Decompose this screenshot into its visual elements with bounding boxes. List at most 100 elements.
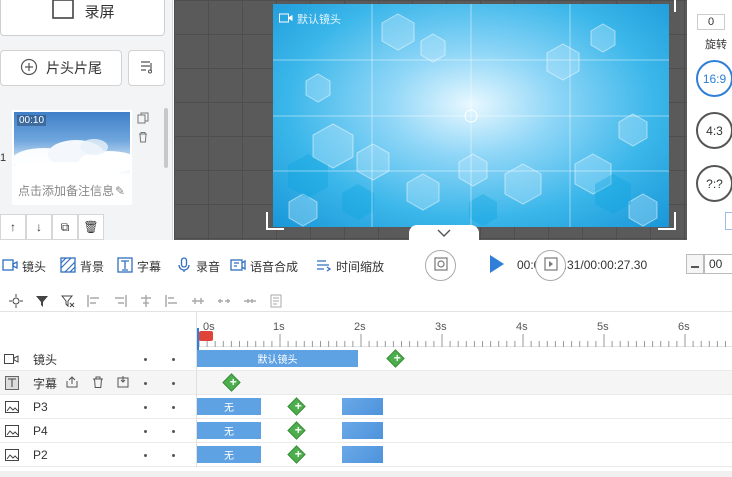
track-header-area [0, 312, 197, 347]
next-frame-icon [543, 256, 559, 275]
lock-dot[interactable] [172, 406, 175, 409]
track-name: P4 [33, 424, 48, 438]
background-tool-button[interactable]: 背景 [60, 257, 104, 276]
enter-animation-block[interactable]: 无 [197, 398, 261, 415]
locate-icon[interactable] [6, 291, 26, 311]
zoom-out-button[interactable] [686, 254, 704, 274]
align-left-icon[interactable] [84, 291, 104, 311]
visibility-dot[interactable] [144, 382, 147, 385]
delete-button[interactable]: 🗑 [78, 214, 104, 240]
speech-synthesis-icon [230, 257, 246, 276]
lock-dot[interactable] [172, 358, 175, 361]
visibility-dot[interactable] [144, 454, 147, 457]
trash-icon[interactable] [137, 131, 149, 146]
microphone-icon [176, 257, 192, 276]
title-credits-label: 片头片尾 [46, 60, 102, 76]
ratio-16-9-button[interactable]: 16:9 [696, 60, 732, 97]
time-ruler[interactable]: 0s 1s 2s 3s 4s 5s 6s [197, 312, 732, 347]
same-width-icon[interactable] [188, 291, 208, 311]
add-keyframe-icon[interactable] [287, 397, 306, 416]
trash-icon: 🗑 [83, 220, 99, 234]
ratio-4-3-button[interactable]: 4:3 [696, 112, 732, 149]
canvas-settings-panel: 0 旋转 16:9 4:3 ?:? [687, 0, 732, 240]
title-credits-button[interactable]: 片头片尾 [0, 50, 122, 86]
frame-corner-bl [266, 212, 284, 230]
add-keyframe-icon[interactable] [287, 445, 306, 464]
record-audio-button[interactable]: 录音 [176, 257, 220, 276]
move-up-button[interactable]: ↑ [0, 214, 26, 240]
properties-icon[interactable] [266, 291, 286, 311]
add-keyframe-icon[interactable] [222, 373, 241, 392]
clip-index: 1 [0, 152, 7, 164]
next-frame-button[interactable] [535, 250, 566, 281]
clip-note-placeholder[interactable]: 点击添加备注信息✎ [18, 182, 125, 199]
lock-dot[interactable] [172, 454, 175, 457]
clear-filter-icon[interactable] [58, 291, 78, 311]
trash-icon[interactable] [92, 376, 104, 391]
move-down-button[interactable]: ↓ [26, 214, 52, 240]
enter-animation-block[interactable]: 无 [197, 446, 261, 463]
record-screen-button[interactable]: 录屏 [0, 0, 165, 36]
expand-icon[interactable] [214, 291, 234, 311]
music-button[interactable] [128, 50, 165, 86]
camera-block[interactable]: 默认镜头 [197, 350, 358, 367]
shrink-icon[interactable] [240, 291, 260, 311]
camera-tool-button[interactable]: 镜头 [2, 257, 46, 276]
align-right-icon[interactable] [110, 291, 130, 311]
playhead-handle[interactable] [199, 331, 213, 341]
track-name: P2 [33, 448, 48, 462]
exit-animation-block[interactable] [342, 422, 383, 439]
align-center-icon[interactable] [136, 291, 156, 311]
arrow-up-icon: ↑ [10, 220, 16, 234]
track-subtitle: 字幕 [0, 371, 732, 395]
copy-icon[interactable] [137, 112, 149, 127]
time-scale-button[interactable]: 时间缩放 [316, 257, 384, 276]
tick-label: 5s [597, 321, 609, 333]
edit-pencil-icon: ✎ [115, 184, 126, 198]
enter-animation-block[interactable]: 无 [197, 422, 261, 439]
background-tool-label: 背景 [80, 260, 105, 274]
import-icon[interactable] [117, 376, 129, 391]
rotation-input[interactable]: 0 [697, 14, 725, 30]
speech-synthesis-button[interactable]: 语音合成 [230, 257, 298, 276]
exit-animation-block[interactable] [342, 446, 383, 463]
track-header: P2 [0, 443, 197, 467]
lock-dot[interactable] [172, 430, 175, 433]
snapshot-button[interactable] [425, 250, 456, 281]
tick-label: 1s [273, 321, 285, 333]
lock-dot[interactable] [172, 382, 175, 385]
track-p2: P2 无 [0, 443, 732, 467]
track-name: 字幕 [33, 376, 58, 391]
add-keyframe-icon[interactable] [386, 349, 405, 368]
filter-icon[interactable] [32, 291, 52, 311]
visibility-dot[interactable] [144, 358, 147, 361]
export-icon[interactable] [66, 376, 78, 391]
record-audio-label: 录音 [196, 260, 221, 274]
panel-toggle-tab[interactable] [725, 212, 732, 230]
timeline: 0s 1s 2s 3s 4s 5s 6s 镜头 默认镜头 字幕 [0, 312, 732, 477]
tick-label: 4s [516, 321, 528, 333]
subtitle-tool-button[interactable]: 字幕 [117, 257, 161, 276]
zoom-input[interactable]: 00 [704, 254, 732, 274]
collapse-preview-tab[interactable] [409, 225, 479, 240]
ratio-custom-button[interactable]: ?:? [696, 165, 732, 202]
distribute-icon[interactable] [162, 291, 182, 311]
clip-card[interactable]: 00:10 点击添加备注信息✎ [12, 110, 132, 205]
edit-toolbar: 镜头 背景 字幕 录音 语音合成 时间缩放 00:00:00.31/00:00:… [0, 240, 732, 290]
image-icon [4, 448, 19, 463]
add-keyframe-icon[interactable] [287, 421, 306, 440]
record-label: 录屏 [84, 3, 115, 21]
camera-tool-label: 镜头 [22, 260, 47, 274]
exit-animation-block[interactable] [342, 398, 383, 415]
duplicate-button[interactable]: ⧉ [52, 214, 78, 240]
visibility-dot[interactable] [144, 406, 147, 409]
snapshot-icon [433, 256, 449, 275]
play-button[interactable] [478, 248, 512, 282]
clip-panel: 录屏 片头片尾 1 00:10 点击添加备注信息✎ ↑ ↓ ⧉ 🗑 [0, 0, 173, 240]
preview-canvas[interactable]: 默认镜头 [273, 4, 669, 227]
visibility-dot[interactable] [144, 430, 147, 433]
clip-list-scrollbar[interactable] [164, 108, 168, 168]
speech-synthesis-label: 语音合成 [250, 260, 299, 274]
frame-corner-tr [658, 0, 676, 12]
time-scale-icon [316, 257, 332, 276]
